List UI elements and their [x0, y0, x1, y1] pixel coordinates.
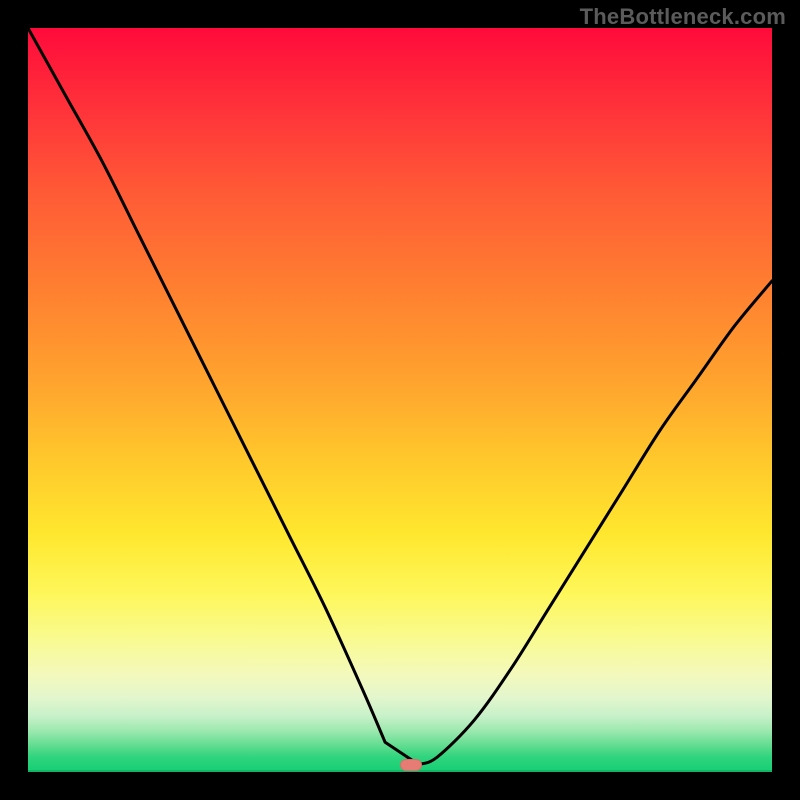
bottleneck-curve	[28, 28, 772, 772]
plot-area	[28, 28, 772, 772]
watermark-text: TheBottleneck.com	[580, 4, 786, 30]
baseline	[28, 770, 772, 772]
chart-frame: TheBottleneck.com	[0, 0, 800, 800]
optimum-marker	[400, 759, 422, 771]
